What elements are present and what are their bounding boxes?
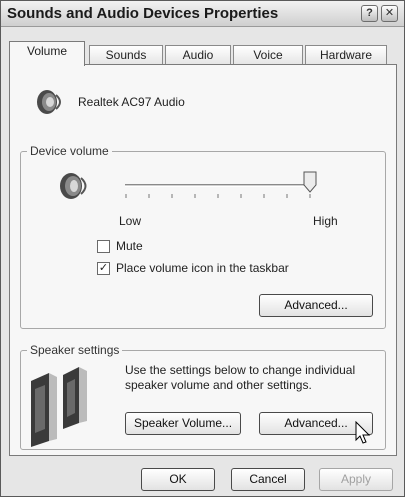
speaker-volume-button[interactable]: Speaker Volume... <box>125 412 241 435</box>
slider-track <box>125 184 315 187</box>
taskbar-icon-label: Place volume icon in the taskbar <box>116 261 289 275</box>
cancel-button[interactable]: Cancel <box>231 468 305 491</box>
mute-label: Mute <box>116 239 143 253</box>
tab-volume[interactable]: Volume <box>9 41 85 66</box>
tab-voice[interactable]: Voice <box>233 45 303 65</box>
tab-strip: Volume Sounds Audio Voice Hardware <box>9 41 399 66</box>
dialog-window: Sounds and Audio Devices Properties ? ✕ … <box>0 0 405 497</box>
speaker-settings-group-label: Speaker settings <box>27 343 123 357</box>
device-volume-group-label: Device volume <box>27 144 112 158</box>
help-button[interactable]: ? <box>361 5 378 22</box>
slider-ticks <box>125 194 311 198</box>
slider-thumb[interactable] <box>303 171 317 193</box>
speaker-icon <box>37 90 61 114</box>
device-advanced-button[interactable]: Advanced... <box>259 294 373 317</box>
slider-min-label: Low <box>119 214 142 228</box>
device-volume-group: Device volume Low High Mute ✓ Place volu… <box>20 144 386 329</box>
close-button[interactable]: ✕ <box>381 5 398 22</box>
device-volume-slider[interactable] <box>125 168 335 208</box>
slider-max-label: High <box>313 214 338 228</box>
window-title: Sounds and Audio Devices Properties <box>7 5 279 22</box>
speaker-settings-description: Use the settings below to change individ… <box>125 363 356 392</box>
tab-hardware[interactable]: Hardware <box>305 45 387 65</box>
speaker-settings-group: Speaker settings Use the settings below … <box>20 343 386 450</box>
title-bar[interactable]: Sounds and Audio Devices Properties ? ✕ <box>1 1 404 27</box>
ok-button[interactable]: OK <box>141 468 215 491</box>
mute-checkbox[interactable] <box>97 240 110 253</box>
speaker-icon <box>60 173 87 199</box>
speakers-icon <box>31 367 87 447</box>
mouse-cursor-icon <box>355 421 371 444</box>
tab-sounds[interactable]: Sounds <box>89 45 163 65</box>
apply-button[interactable]: Apply <box>319 468 393 491</box>
tab-panel-volume: Realtek AC97 Audio Device volume Low Hig… <box>9 64 397 456</box>
taskbar-icon-checkbox[interactable]: ✓ <box>97 262 110 275</box>
tab-audio[interactable]: Audio <box>165 45 231 65</box>
device-name: Realtek AC97 Audio <box>78 95 185 109</box>
